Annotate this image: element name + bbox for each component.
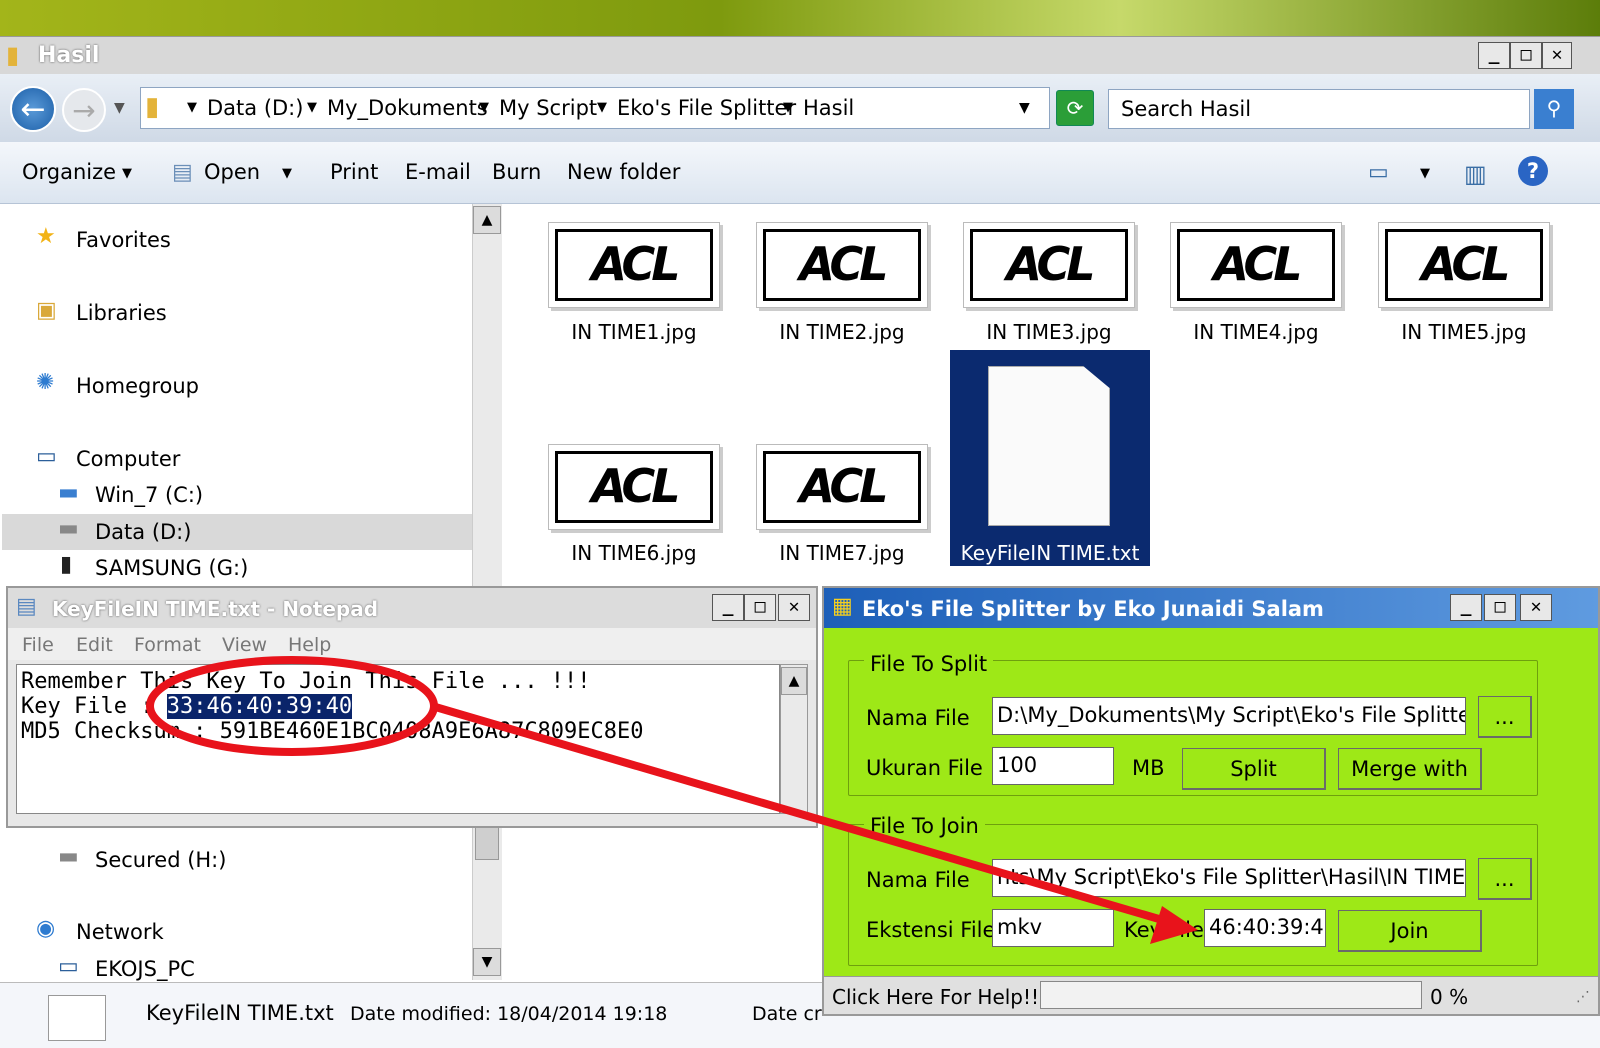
- annotation-arrow-head: [1150, 906, 1198, 944]
- annotation-overlay: [146, 656, 1198, 944]
- annotation-arrow-line: [430, 702, 1178, 928]
- highlight-ellipse: [146, 656, 438, 756]
